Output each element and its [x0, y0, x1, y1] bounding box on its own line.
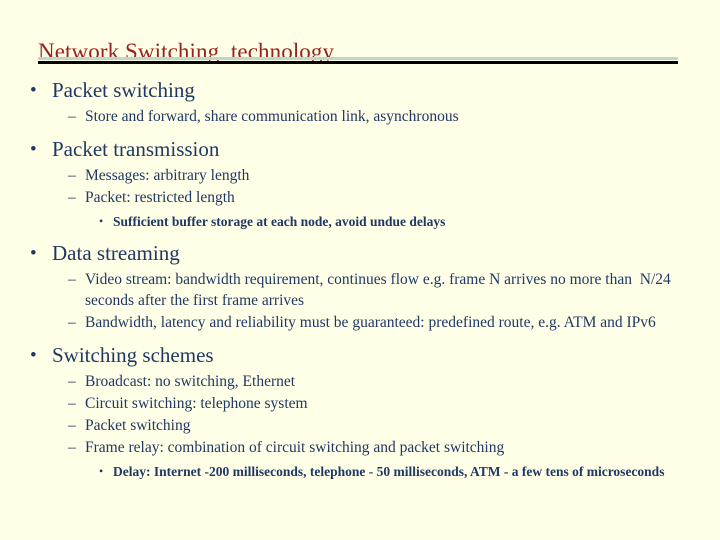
bullet-glyph-level-2-icon: – [68, 167, 76, 184]
title-separator [38, 57, 678, 64]
bullet-glyph-level-1-icon: • [30, 139, 37, 160]
bullet-text: Packet: restricted length [85, 189, 235, 206]
bullet-text: Data streaming [52, 241, 180, 265]
bullet-level-1: • Packet transmission [0, 135, 720, 164]
bullet-glyph-level-2-icon: – [68, 108, 76, 125]
bullet-text: Delay: Internet -200 milliseconds, telep… [113, 464, 665, 479]
bullet-text: Packet switching [85, 417, 191, 434]
bullet-level-2: – Messages: arbitrary length [0, 165, 720, 186]
separator-line-top [38, 57, 678, 60]
bullet-text: Store and forward, share communication l… [85, 108, 459, 125]
bullet-level-1: • Data streaming [0, 239, 720, 268]
bullet-level-2: – Video stream: bandwidth requirement, co… [0, 269, 720, 311]
bullet-text: Bandwidth, latency and reliability must … [85, 314, 656, 331]
bullet-glyph-level-2-icon: – [68, 271, 76, 288]
bullet-glyph-level-3-icon: • [99, 214, 104, 228]
bullet-glyph-level-1-icon: • [30, 345, 37, 366]
bullet-level-1: • Switching schemes [0, 341, 720, 370]
separator-line-bottom [38, 61, 678, 64]
slide-canvas: Network Switching technology • Packet swi… [0, 0, 720, 540]
bullet-text: Sufficient buffer storage at each node, … [113, 214, 446, 229]
bullet-glyph-level-1-icon: • [30, 80, 37, 101]
bullet-glyph-level-2-icon: – [68, 395, 76, 412]
bullet-level-2: – Packet switching [0, 415, 720, 436]
bullet-level-3: • Sufficient buffer storage at each node,… [0, 212, 720, 231]
bullet-level-2: – Broadcast: no switching, Ethernet [0, 371, 720, 392]
bullet-glyph-level-3-icon: • [99, 464, 104, 478]
bullet-glyph-level-2-icon: – [68, 417, 76, 434]
bullet-text: Messages: arbitrary length [85, 167, 250, 184]
bullet-level-1: • Packet switching [0, 76, 720, 105]
bullet-text: Video stream: bandwidth requirement, con… [85, 271, 675, 309]
bullet-level-2: – Store and forward, share communication … [0, 106, 720, 127]
bullet-glyph-level-2-icon: – [68, 189, 76, 206]
bullet-level-3: • Delay: Internet -200 milliseconds, tele… [0, 462, 720, 481]
bullet-level-2: – Circuit switching: telephone system [0, 393, 720, 414]
bullet-text: Packet switching [52, 78, 195, 102]
bullet-glyph-level-2-icon: – [68, 314, 76, 331]
bullet-level-2: – Bandwidth, latency and reliability must… [0, 312, 720, 333]
bullet-text: Switching schemes [52, 343, 214, 367]
slide-body: • Packet switching – Store and forward, sha… [0, 74, 720, 481]
bullet-text: Frame relay: combination of circuit swit… [85, 439, 505, 456]
bullet-glyph-level-2-icon: – [68, 373, 76, 390]
bullet-text: Packet transmission [52, 137, 220, 161]
bullet-glyph-level-1-icon: • [30, 243, 37, 264]
bullet-level-2: – Frame relay: combination of circuit swi… [0, 437, 720, 458]
bullet-glyph-level-2-icon: – [68, 439, 76, 456]
bullet-text: Circuit switching: telephone system [85, 395, 308, 412]
bullet-level-2: – Packet: restricted length [0, 187, 720, 208]
bullet-text: Broadcast: no switching, Ethernet [85, 373, 296, 390]
